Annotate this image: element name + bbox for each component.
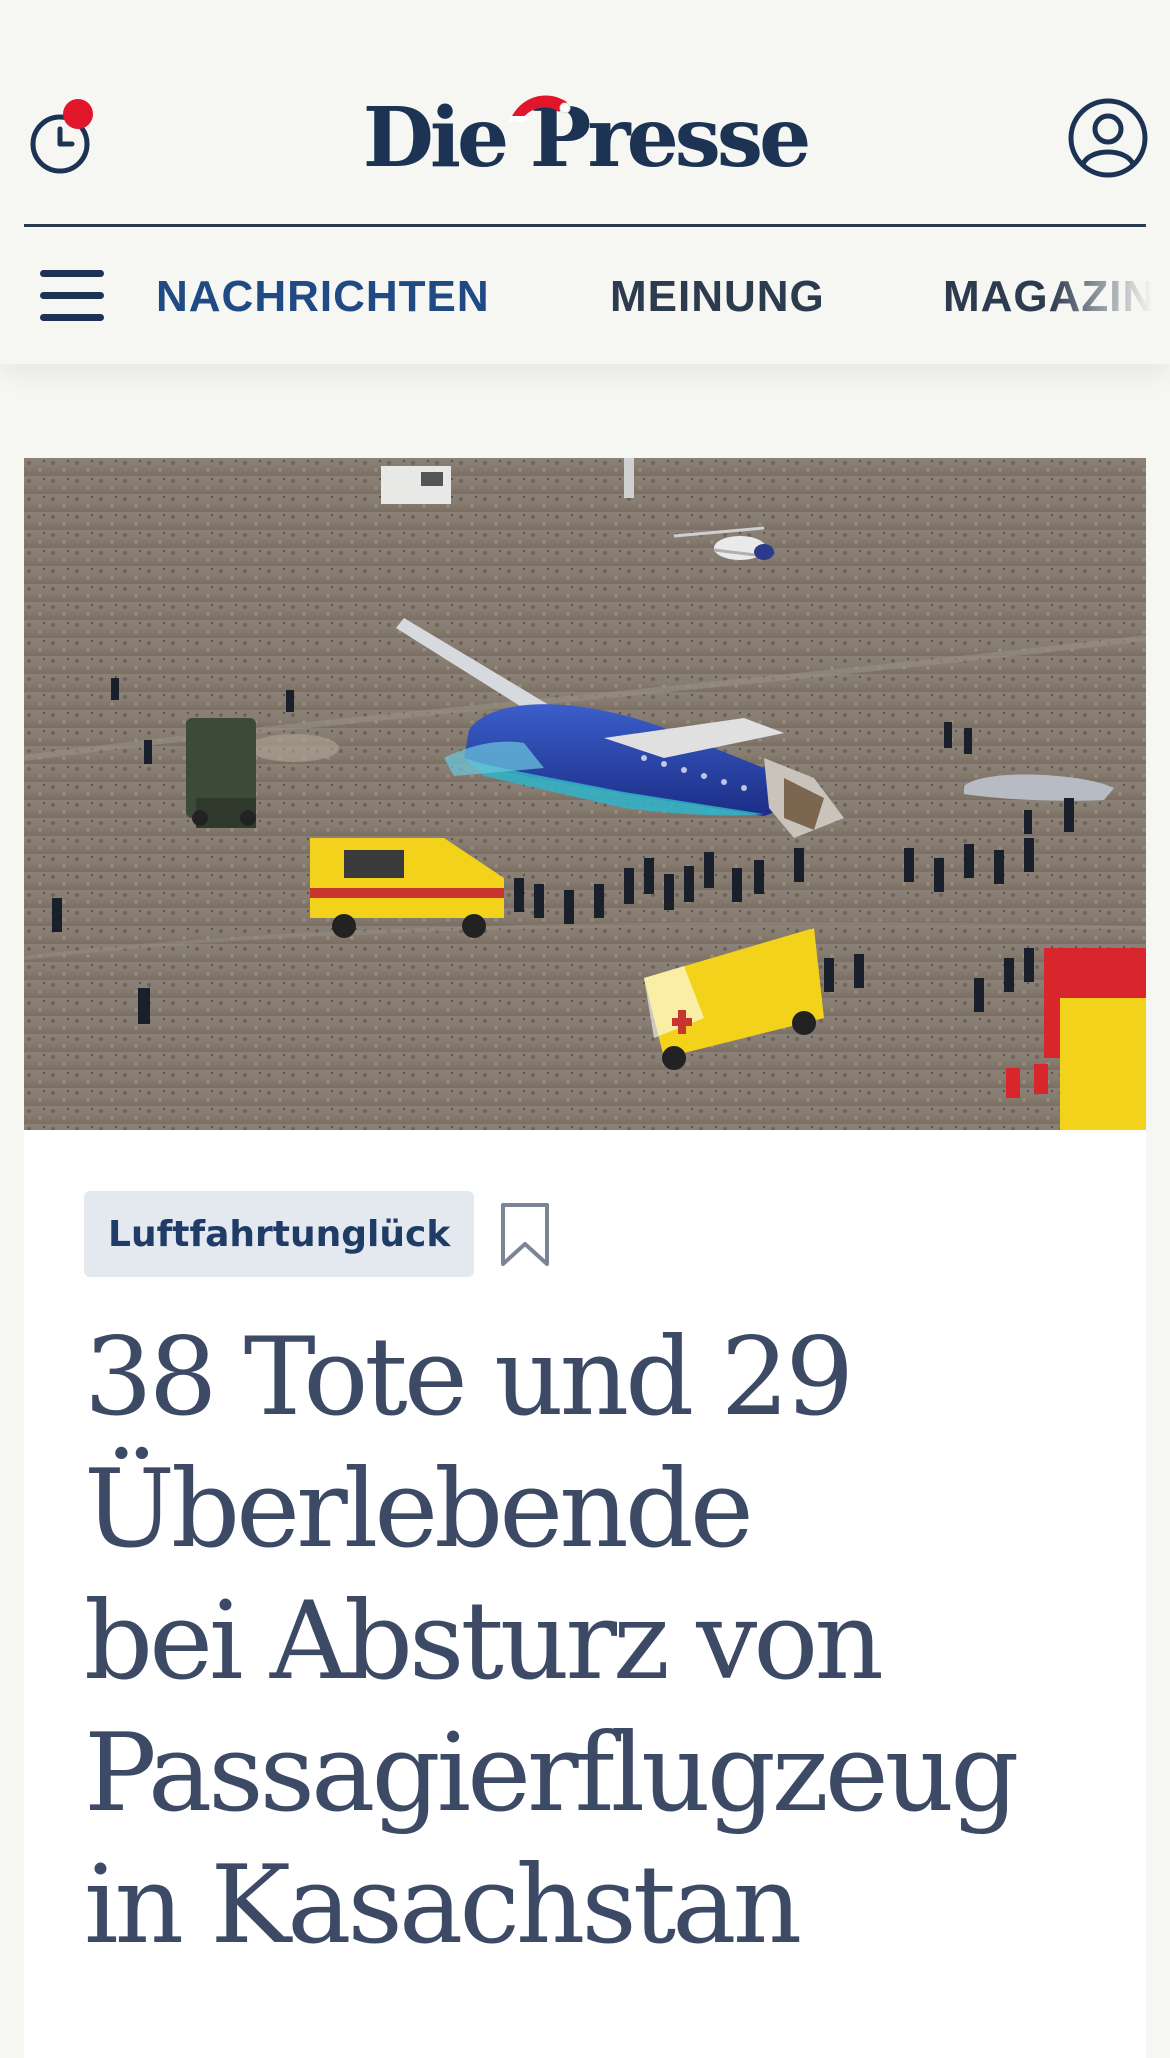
headline-line: Passagierflugzeug bbox=[84, 1711, 1019, 1836]
headline-line: 38 Tote und 29 bbox=[84, 1315, 854, 1440]
crash-site-photo bbox=[24, 458, 1146, 1130]
hamburger-menu-icon bbox=[40, 270, 104, 321]
account-button[interactable] bbox=[1066, 96, 1150, 180]
header-divider bbox=[24, 224, 1146, 227]
headline-line: bei Absturz von bbox=[84, 1579, 884, 1704]
menu-button[interactable] bbox=[38, 268, 106, 324]
site-logo[interactable]: Die Presse bbox=[0, 88, 1170, 188]
article-headline[interactable]: 38 Tote und 29 Überlebende bei Absturz v… bbox=[84, 1312, 1124, 1972]
santa-hat-icon bbox=[509, 95, 571, 122]
headline-line: in Kasachstan bbox=[84, 1843, 802, 1968]
nav-scroll-fade bbox=[1050, 250, 1170, 350]
bookmark-button[interactable] bbox=[500, 1202, 550, 1268]
nav-item-meinung[interactable]: MEINUNG bbox=[610, 270, 825, 324]
bookmark-icon bbox=[501, 1203, 549, 1266]
headline-line: Überlebende bbox=[84, 1447, 754, 1572]
nav-item-nachrichten[interactable]: NACHRICHTEN bbox=[156, 270, 490, 324]
article-card[interactable]: Luftfahrtunglück 38 Tote und 29 Überlebe… bbox=[24, 458, 1146, 2058]
article-hero-image[interactable] bbox=[24, 458, 1146, 1130]
category-tag[interactable]: Luftfahrtunglück bbox=[84, 1191, 475, 1277]
user-circle-icon bbox=[1068, 98, 1148, 178]
site-header: Die Presse NACHRICHTEN MEINUNG MAGAZIN bbox=[0, 0, 1170, 364]
